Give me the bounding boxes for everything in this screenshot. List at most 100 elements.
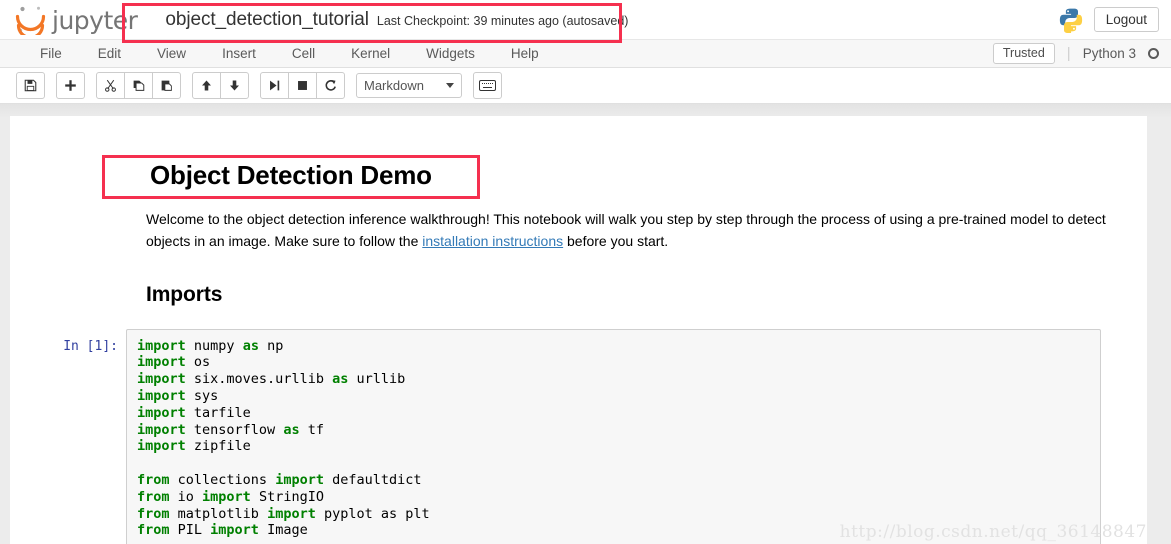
kernel-name-label: Python 3: [1082, 46, 1136, 61]
code-text: StringIO: [250, 488, 324, 505]
intro-text-part-2: before you start.: [563, 232, 669, 249]
code-text: six.moves.urllib: [185, 371, 333, 388]
code-text: tf: [299, 421, 324, 438]
move-cell-down-button[interactable]: [220, 72, 249, 99]
code-text: io: [169, 488, 203, 505]
menu-item-edit[interactable]: Edit: [80, 40, 139, 68]
notebook-toolbar: Markdown: [0, 68, 1171, 104]
code-line: import tarfile: [137, 405, 1090, 422]
code-editor-area[interactable]: import numpy as np import os import six.…: [126, 328, 1101, 544]
notebook-cells: Object Detection Demo Welcome to the obj…: [10, 116, 1147, 544]
code-keyword: import: [137, 354, 186, 371]
page-title: Object Detection Demo: [150, 160, 432, 190]
installation-instructions-link[interactable]: installation instructions: [422, 233, 563, 249]
section-heading-imports: Imports: [146, 282, 223, 306]
code-keyword: import: [137, 421, 186, 438]
arrow-down-icon: [228, 79, 241, 92]
code-text: np: [258, 337, 284, 354]
code-line: from matplotlib import pyplot as plt: [137, 506, 1090, 523]
code-line: import zipfile: [137, 438, 1090, 455]
save-button[interactable]: [16, 72, 45, 99]
code-text: urllib: [348, 371, 406, 388]
code-text: tensorflow: [185, 421, 284, 438]
code-line: from PIL import Image: [137, 522, 1090, 539]
code-text: PIL: [169, 522, 211, 539]
kernel-separator: |: [1066, 45, 1071, 62]
code-text: pyplot as plt: [315, 505, 430, 522]
code-text: tarfile: [185, 404, 251, 421]
cell-type-dropdown[interactable]: Markdown: [356, 73, 462, 98]
code-keyword: from: [137, 471, 170, 488]
code-keyword: import: [137, 371, 186, 388]
cell-type-value: Markdown: [364, 78, 424, 93]
copy-cell-button[interactable]: [124, 72, 153, 99]
code-line: import six.moves.urllib as urllib: [137, 371, 1090, 388]
code-keyword: import: [275, 471, 324, 488]
intro-paragraph: Welcome to the object detection inferenc…: [146, 209, 1121, 252]
notebook-page-background: Object Detection Demo Welcome to the obj…: [0, 104, 1171, 544]
code-keyword: as: [283, 421, 300, 438]
restart-kernel-button[interactable]: [316, 72, 345, 99]
copy-icon: [132, 79, 145, 92]
menu-item-cell[interactable]: Cell: [274, 40, 333, 68]
code-keyword: import: [202, 488, 251, 505]
toolbar-group-run: [260, 72, 345, 99]
menu-item-file[interactable]: File: [22, 40, 80, 68]
jupyter-brand[interactable]: jupyter: [14, 5, 138, 35]
trusted-badge[interactable]: Trusted: [992, 43, 1055, 64]
kernel-idle-circle-icon[interactable]: [1148, 48, 1159, 59]
header-right-group: Logout: [1058, 6, 1159, 33]
code-line: import numpy as np: [137, 338, 1090, 355]
notebook-container: Object Detection Demo Welcome to the obj…: [10, 116, 1147, 544]
code-line: from io import StringIO: [137, 489, 1090, 506]
notebook-title-area[interactable]: object_detection_tutorial Last Checkpoin…: [165, 9, 628, 31]
code-line: from collections import defaultdict: [137, 472, 1090, 489]
code-keyword: import: [210, 522, 259, 539]
code-keyword: import: [137, 387, 186, 404]
toolbar-group-insert: [56, 72, 85, 99]
chevron-down-icon: [446, 83, 454, 88]
menu-item-kernel[interactable]: Kernel: [333, 40, 408, 68]
run-play-icon: [268, 79, 281, 92]
run-cell-button[interactable]: [260, 72, 289, 99]
notebook-name[interactable]: object_detection_tutorial: [165, 9, 369, 31]
toolbar-group-palette: [473, 72, 502, 99]
stop-square-icon: [296, 79, 309, 92]
menu-item-widgets[interactable]: Widgets: [408, 40, 493, 68]
code-text: zipfile: [185, 438, 251, 455]
menu-bar: File Edit View Insert Cell Kernel Widget…: [0, 40, 1171, 68]
cell-execution-prompt: In [1]:: [63, 338, 118, 354]
scissors-icon: [104, 79, 117, 92]
menu-item-view[interactable]: View: [139, 40, 204, 68]
code-text: collections: [169, 471, 276, 488]
move-cell-up-button[interactable]: [192, 72, 221, 99]
code-keyword: import: [137, 404, 186, 421]
restart-circular-arrow-icon: [324, 79, 337, 92]
jupyter-brand-label: jupyter: [52, 6, 138, 35]
jupyter-logo-icon: [14, 5, 48, 35]
notebook-header: jupyter object_detection_tutorial Last C…: [0, 0, 1171, 40]
code-line: import os: [137, 354, 1090, 371]
code-keyword: as: [332, 371, 349, 388]
paste-cell-button[interactable]: [152, 72, 181, 99]
arrow-up-icon: [200, 79, 213, 92]
insert-cell-below-button[interactable]: [56, 72, 85, 99]
code-keyword: import: [137, 438, 186, 455]
toolbar-group-clipboard: [96, 72, 181, 99]
code-text: numpy: [185, 337, 243, 354]
code-cell[interactable]: In [1]: import numpy as np import os imp…: [16, 328, 1123, 544]
logout-button[interactable]: Logout: [1093, 6, 1159, 33]
code-text: sys: [185, 387, 219, 404]
menu-item-help[interactable]: Help: [493, 40, 557, 68]
toolbar-group-save: [16, 72, 45, 99]
code-keyword: from: [137, 488, 170, 505]
menu-item-insert[interactable]: Insert: [204, 40, 274, 68]
command-palette-button[interactable]: [473, 72, 502, 99]
keyboard-icon: [479, 80, 496, 91]
paste-icon: [160, 79, 173, 92]
cut-cell-button[interactable]: [96, 72, 125, 99]
code-line: import sys: [137, 388, 1090, 405]
code-keyword: from: [137, 505, 170, 522]
interrupt-kernel-button[interactable]: [288, 72, 317, 99]
